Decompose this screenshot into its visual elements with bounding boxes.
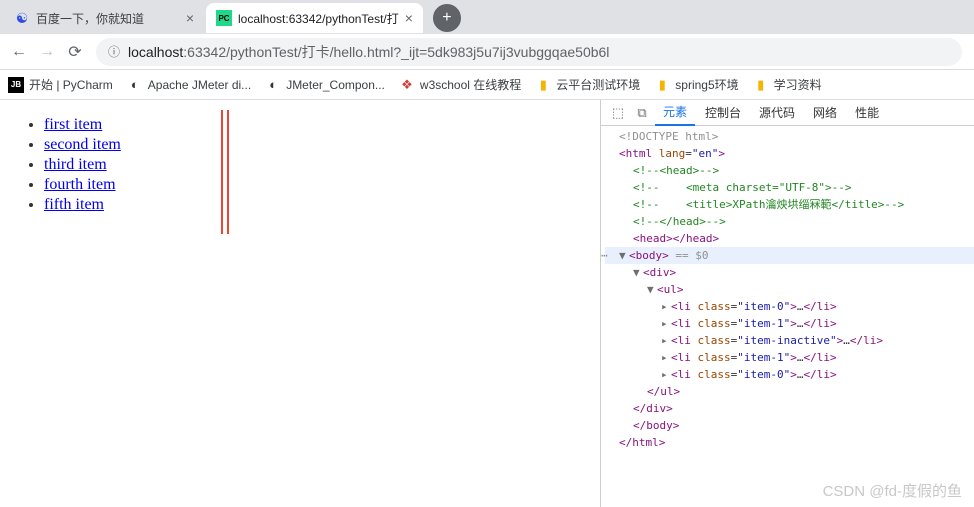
bookmark-item[interactable]: ▮ 云平台测试环境 xyxy=(535,76,640,93)
dom-node[interactable]: ▸<li class="item-0">…</li> xyxy=(605,366,974,383)
list-item: second item xyxy=(44,136,572,154)
item-link[interactable]: third item xyxy=(44,156,107,173)
tab-title: 百度一下，你就知道 xyxy=(36,10,180,27)
tab-title: localhost:63342/pythonTest/打 xyxy=(238,10,399,27)
url-text: localhost:63342/pythonTest/打卡/hello.html… xyxy=(128,42,609,62)
dom-node[interactable]: </ul> xyxy=(605,383,974,400)
bookmark-item[interactable]: ▮ spring5环境 xyxy=(654,76,738,93)
dom-node[interactable]: ▸<li class="item-0">…</li> xyxy=(605,298,974,315)
tab-strip: ☯ 百度一下，你就知道 × PC localhost:63342/pythonT… xyxy=(0,0,974,34)
folder-icon: ▮ xyxy=(654,77,670,93)
bookmark-label: 开始 | PyCharm xyxy=(29,76,113,93)
jb-icon: JB xyxy=(8,77,24,93)
bookmark-item[interactable]: JB 开始 | PyCharm xyxy=(8,76,113,93)
folder-icon: ▮ xyxy=(535,77,551,93)
bookmark-label: 学习资料 xyxy=(774,76,822,93)
dom-doctype: <!DOCTYPE html> xyxy=(605,128,974,145)
bookmark-label: w3school 在线教程 xyxy=(420,76,521,93)
item-link[interactable]: first item xyxy=(44,116,102,133)
devtools-tabs: ⬚ ⧉ 元素 控制台 源代码 网络 性能 xyxy=(601,100,974,126)
globe-icon: ◐ xyxy=(265,77,281,93)
item-link[interactable]: fourth item xyxy=(44,176,116,193)
watermark: CSDN @fd-度假的鱼 xyxy=(823,480,962,501)
dom-tree[interactable]: <!DOCTYPE html> <html lang="en"> <!--<he… xyxy=(601,126,974,453)
reload-button[interactable]: ⟳ xyxy=(64,41,86,63)
bookmark-label: spring5环境 xyxy=(675,76,738,93)
bookmark-item[interactable]: ◐ JMeter_Compon... xyxy=(265,77,385,93)
tab-performance[interactable]: 性能 xyxy=(847,100,887,125)
device-toggle-icon[interactable]: ⧉ xyxy=(631,105,653,121)
site-info-icon[interactable]: ⓘ xyxy=(108,43,120,60)
browser-tab[interactable]: ☯ 百度一下，你就知道 × xyxy=(4,3,204,33)
item-list: first item second item third item fourth… xyxy=(28,116,572,214)
item-link[interactable]: second item xyxy=(44,136,121,153)
dom-node[interactable]: ▸<li class="item-inactive">…</li> xyxy=(605,332,974,349)
browser-tab[interactable]: PC localhost:63342/pythonTest/打 × xyxy=(206,3,423,33)
dom-comment: <!--<head>--> xyxy=(605,162,974,179)
pycharm-favicon: PC xyxy=(216,10,232,26)
back-button[interactable]: ← xyxy=(8,41,30,63)
list-item: fifth item xyxy=(44,196,572,214)
tab-console[interactable]: 控制台 xyxy=(697,100,749,125)
dom-node[interactable]: ▼<div> xyxy=(605,264,974,281)
dom-comment: <!-- <meta charset="UTF-8">--> xyxy=(605,179,974,196)
dom-comment: <!--</head>--> xyxy=(605,213,974,230)
dom-node[interactable]: </body> xyxy=(605,417,974,434)
list-item: fourth item xyxy=(44,176,572,194)
item-link[interactable]: fifth item xyxy=(44,196,104,213)
devtools-panel: ⬚ ⧉ 元素 控制台 源代码 网络 性能 <!DOCTYPE html> <ht… xyxy=(600,100,974,507)
dom-comment: <!-- <title>XPath瀹炴垬缁冧範</title>--> xyxy=(605,196,974,213)
bookmark-label: JMeter_Compon... xyxy=(286,78,385,92)
tab-network[interactable]: 网络 xyxy=(805,100,845,125)
text-cursor-highlight xyxy=(221,110,229,234)
dom-node[interactable]: ▸<li class="item-1">…</li> xyxy=(605,349,974,366)
dom-node-selected[interactable]: ⋯▼<body> == $0 xyxy=(605,247,974,264)
globe-icon: ◐ xyxy=(127,77,143,93)
dom-node[interactable]: <head></head> xyxy=(605,230,974,247)
address-bar: ← → ⟳ ⓘ localhost:63342/pythonTest/打卡/he… xyxy=(0,34,974,70)
forward-button[interactable]: → xyxy=(36,41,58,63)
list-item: first item xyxy=(44,116,572,134)
bookmarks-bar: JB 开始 | PyCharm ◐ Apache JMeter di... ◐ JMe… xyxy=(0,70,974,100)
bookmark-item[interactable]: ❖ w3school 在线教程 xyxy=(399,76,521,93)
content-area: first item second item third item fourth… xyxy=(0,100,974,507)
new-tab-button[interactable]: + xyxy=(433,4,461,32)
bookmark-label: Apache JMeter di... xyxy=(148,78,251,92)
list-item: third item xyxy=(44,156,572,174)
page-viewport: first item second item third item fourth… xyxy=(0,100,600,507)
tab-elements[interactable]: 元素 xyxy=(655,99,695,126)
baidu-favicon: ☯ xyxy=(14,10,30,26)
bookmark-label: 云平台测试环境 xyxy=(556,76,640,93)
dom-node[interactable]: </html> xyxy=(605,434,974,451)
folder-icon: ▮ xyxy=(753,77,769,93)
url-input[interactable]: ⓘ localhost:63342/pythonTest/打卡/hello.ht… xyxy=(96,38,962,66)
close-icon[interactable]: × xyxy=(405,10,413,26)
bookmark-item[interactable]: ◐ Apache JMeter di... xyxy=(127,77,251,93)
w3school-icon: ❖ xyxy=(399,77,415,93)
dom-node[interactable]: ▼<ul> xyxy=(605,281,974,298)
tab-sources[interactable]: 源代码 xyxy=(751,100,803,125)
dom-node[interactable]: <html lang="en"> xyxy=(605,145,974,162)
inspect-icon[interactable]: ⬚ xyxy=(607,105,629,121)
close-icon[interactable]: × xyxy=(186,10,194,26)
dom-node[interactable]: ▸<li class="item-1">…</li> xyxy=(605,315,974,332)
bookmark-item[interactable]: ▮ 学习资料 xyxy=(753,76,822,93)
dom-node[interactable]: </div> xyxy=(605,400,974,417)
